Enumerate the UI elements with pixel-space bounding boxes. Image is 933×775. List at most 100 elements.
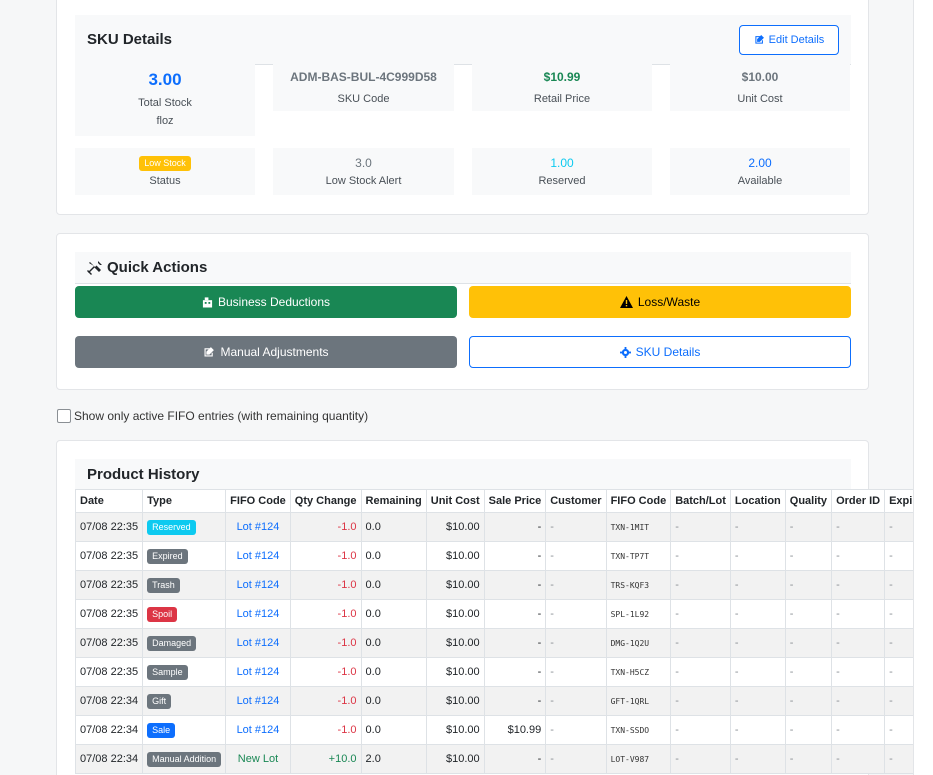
customer-cell: -: [545, 599, 607, 629]
fifo-code-cell: TXN-H5CZ: [605, 657, 672, 687]
status-stat: Low Stock Status: [75, 148, 255, 195]
type-cell: Gift: [142, 686, 227, 716]
loss-waste-button[interactable]: Loss/Waste: [469, 286, 851, 318]
location-cell: -: [729, 686, 786, 716]
sku-details-header: SKU Details Edit Details: [75, 15, 851, 65]
qty-change-cell: -1.0: [289, 512, 362, 542]
unit-cost-cell: $10.00: [425, 541, 485, 571]
quality-cell: -: [784, 715, 833, 745]
location-cell: -: [729, 541, 786, 571]
edit-details-label: Edit Details: [768, 33, 825, 46]
batch-cell: -: [670, 686, 731, 716]
fifo-link[interactable]: Lot #124: [225, 686, 291, 716]
table-row: 07/08 22:35 Expired Lot #124 -1.0 0.0 $10.00-…: [74, 541, 933, 571]
fifo-code-cell: TXN-1MIT: [605, 512, 672, 542]
table-header-row: Date Type FIFO Code Qty Change Remaining…: [74, 489, 933, 513]
col-quality: Quality: [784, 489, 833, 513]
table-row: 07/08 22:35 Trash Lot #124 -1.0 0.0 $10.00- - T…: [74, 570, 933, 600]
low-stock-badge: Low Stock: [139, 156, 191, 171]
retail-price-value: $10.99: [543, 70, 581, 84]
date-cell: 07/08 22:35: [74, 657, 144, 687]
business-deductions-label: Business Deductions: [217, 295, 331, 309]
batch-cell: -: [670, 570, 731, 600]
col-type: Type: [142, 489, 227, 513]
type-cell: Sample: [142, 657, 227, 687]
qty-change-cell: -1.0: [289, 657, 362, 687]
date-cell: 07/08 22:34: [74, 744, 144, 774]
remaining-cell: 0.0: [360, 541, 427, 571]
product-history-title: Product History: [87, 466, 200, 483]
unit-cost-cell: $10.00: [425, 599, 485, 629]
table-row: 07/08 22:35 Damaged Lot #124 -1.0 0.0 $10.00-…: [74, 628, 933, 658]
table-row: 07/08 22:34 Gift Lot #124 -1.0 0.0 $10.00- - GF…: [74, 686, 933, 716]
product-history-table: Date Type FIFO Code Qty Change Remaining…: [74, 489, 933, 774]
qty-change-cell: -1.0: [289, 715, 362, 745]
type-cell: Expired: [142, 541, 227, 571]
edit-icon: [755, 35, 764, 44]
manual-adjustments-button[interactable]: Manual Adjustments: [75, 336, 457, 368]
batch-cell: -: [670, 657, 731, 687]
sku-details-button[interactable]: SKU Details: [469, 336, 851, 368]
fifo-link[interactable]: Lot #124: [225, 570, 291, 600]
fifo-link[interactable]: Lot #124: [225, 599, 291, 629]
remaining-cell: 0.0: [360, 628, 427, 658]
table-row: 07/08 22:35 Reserved Lot #124 -1.0 0.0 $10.00…: [74, 512, 933, 542]
location-cell: -: [729, 599, 786, 629]
qty-change-cell: +10.0: [289, 744, 362, 774]
order-id-cell: -: [831, 715, 886, 745]
quick-actions-title: Quick Actions: [107, 259, 208, 276]
sale-price-cell: -: [483, 512, 547, 542]
active-fifo-filter[interactable]: Show only active FIFO entries (with rema…: [57, 409, 368, 423]
remaining-cell: 0.0: [360, 686, 427, 716]
gear-icon: [619, 346, 631, 358]
active-fifo-checkbox[interactable]: [57, 409, 71, 423]
date-cell: 07/08 22:34: [74, 715, 144, 745]
retail-price-stat: $10.99 Retail Price: [472, 64, 652, 111]
col-batch-lot: Batch/Lot: [670, 489, 731, 513]
type-badge: Damaged: [147, 635, 197, 651]
quality-cell: -: [784, 570, 833, 600]
edit-details-button[interactable]: Edit Details: [739, 24, 839, 55]
sale-price-cell: -: [483, 599, 547, 629]
location-cell: -: [729, 715, 786, 745]
type-badge: Expired: [147, 548, 188, 564]
type-badge: Spoil: [147, 606, 178, 622]
retail-price-label: Retail Price: [533, 93, 591, 105]
table-row: 07/08 22:35 Sample Lot #124 -1.0 0.0 $10.00- -…: [74, 657, 933, 687]
unit-cost-label: Unit Cost: [737, 93, 783, 105]
col-fifo-code-2: FIFO Code: [605, 489, 672, 513]
col-order-id: Order ID: [831, 489, 886, 513]
fifo-link[interactable]: Lot #124: [225, 541, 291, 571]
sku-details-title: SKU Details: [87, 31, 173, 48]
remaining-cell: 0.0: [360, 570, 427, 600]
type-badge: Gift: [147, 693, 172, 709]
business-deductions-button[interactable]: Business Deductions: [75, 286, 457, 318]
fifo-link[interactable]: Lot #124: [225, 715, 291, 745]
col-fifo-code: FIFO Code: [225, 489, 291, 513]
col-unit-cost: Unit Cost: [425, 489, 485, 513]
sku-code-label: SKU Code: [337, 93, 390, 105]
reserved-label: Reserved: [538, 175, 586, 187]
order-id-cell: -: [831, 570, 886, 600]
date-cell: 07/08 22:35: [74, 599, 144, 629]
batch-cell: -: [670, 715, 731, 745]
building-icon: [202, 297, 213, 308]
order-id-cell: -: [831, 599, 886, 629]
remaining-cell: 0.0: [360, 657, 427, 687]
fifo-link[interactable]: New Lot: [225, 744, 291, 774]
fifo-link[interactable]: Lot #124: [225, 628, 291, 658]
customer-cell: -: [545, 715, 607, 745]
fifo-code-cell: TXN-TP7T: [605, 541, 672, 571]
quality-cell: -: [784, 657, 833, 687]
fifo-link[interactable]: Lot #124: [225, 512, 291, 542]
batch-cell: -: [670, 512, 731, 542]
sku-code-stat: ADM-BAS-BUL-4C999D58 SKU Code: [273, 64, 454, 111]
remaining-cell: 0.0: [360, 599, 427, 629]
customer-cell: -: [545, 657, 607, 687]
fifo-code-cell: DMG-1Q2U: [605, 628, 672, 658]
type-badge: Sale: [147, 722, 176, 738]
type-cell: Manual Addition: [142, 744, 227, 774]
date-cell: 07/08 22:35: [74, 541, 144, 571]
sale-price-cell: -: [483, 657, 547, 687]
fifo-link[interactable]: Lot #124: [225, 657, 291, 687]
